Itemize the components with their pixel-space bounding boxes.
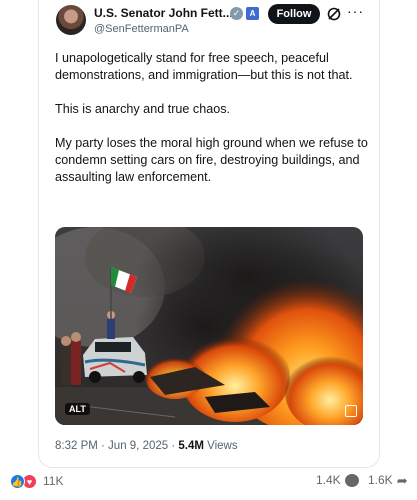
reactions-summary[interactable]: 👍 ♥ 11K [10, 473, 63, 489]
reaction-count: 11K [43, 474, 64, 488]
comment-bubble-icon [344, 473, 359, 487]
expand-icon[interactable] [345, 405, 357, 417]
share-arrow-icon: ➦ [396, 472, 408, 488]
timestamp[interactable]: 8:32 PM · Jun 9, 2025 · [55, 440, 178, 452]
grok-icon[interactable] [326, 6, 342, 22]
tweet-meta: 8:32 PM · Jun 9, 2025 · 5.4M Views [55, 440, 238, 452]
tweet-photo[interactable]: ALT [55, 227, 363, 425]
shares-count: 1.6K [368, 473, 393, 487]
comments-count: 1.4K [316, 473, 341, 487]
comments-count-link[interactable]: 1.4K [316, 473, 359, 487]
tweet-paragraph: I unapologetically stand for free speech… [55, 51, 353, 82]
author-name[interactable]: U.S. Senator John Fett... [94, 6, 233, 20]
verified-check-icon: ✓ [230, 7, 243, 20]
government-badge-icon: A [246, 7, 259, 20]
tweet-card: U.S. Senator John Fett... ✓ A @SenFetter… [38, 0, 380, 468]
more-icon[interactable]: ··· [347, 3, 364, 19]
avatar[interactable] [56, 5, 86, 35]
tweet-paragraph: This is anarchy and true chaos. [55, 102, 231, 116]
alt-text-badge[interactable]: ALT [65, 403, 90, 415]
views-label: Views [203, 440, 238, 452]
follow-button[interactable]: Follow [268, 4, 320, 24]
tweet-text: I unapologetically stand for free speech… [55, 50, 373, 203]
views-count: 5.4M [178, 440, 204, 452]
like-reaction-icon: 👍 [10, 473, 25, 489]
riot-photo-image [55, 227, 363, 425]
tweet-paragraph: My party loses the moral high ground whe… [55, 136, 368, 184]
author-handle[interactable]: @SenFettermanPA [94, 23, 189, 35]
shares-count-link[interactable]: 1.6K ➦ [368, 473, 408, 487]
